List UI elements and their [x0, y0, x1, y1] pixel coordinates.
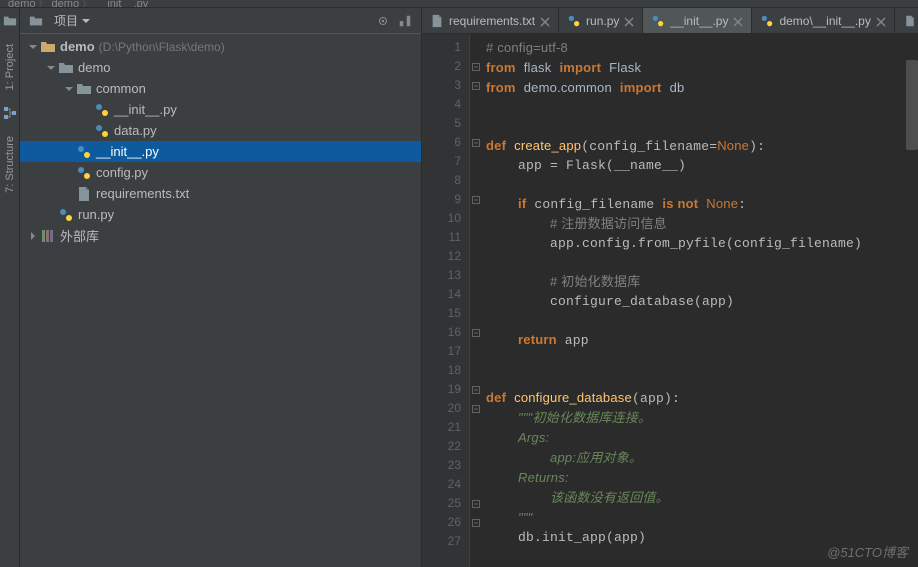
- tree-file[interactable]: requirements.txt: [20, 183, 421, 204]
- code-editor[interactable]: 1234567891011121314151617181920212223242…: [422, 34, 918, 567]
- tree-label: demo: [60, 39, 95, 54]
- tree-file[interactable]: run.py: [20, 204, 421, 225]
- tab-label: demo\__init__.py: [779, 14, 870, 28]
- tree-label: requirements.txt: [96, 186, 189, 201]
- python-file-icon: [94, 102, 110, 118]
- python-file-icon: [567, 14, 581, 28]
- fold-gutter[interactable]: [470, 34, 482, 567]
- tree-file[interactable]: config.py: [20, 162, 421, 183]
- tree-file[interactable]: data.py: [20, 120, 421, 141]
- chevron-right-icon: 〉: [81, 0, 93, 8]
- more-tabs-button[interactable]: [895, 8, 918, 33]
- close-icon[interactable]: [624, 16, 634, 26]
- python-file-icon: [76, 144, 92, 160]
- python-file-icon: [760, 14, 774, 28]
- editor-area: requirements.txt run.py __init__.py demo…: [422, 8, 918, 567]
- chevron-down-icon[interactable]: [62, 82, 76, 96]
- tree-label: config.py: [96, 165, 148, 180]
- structure-tool-button[interactable]: 7: Structure: [4, 132, 16, 197]
- settings-icon[interactable]: [375, 13, 391, 29]
- breadcrumb-item[interactable]: demo: [6, 0, 38, 8]
- tree-root[interactable]: demo (D:\Python\Flask\demo): [20, 36, 421, 57]
- folder-icon: [58, 60, 74, 76]
- tree-label: demo: [78, 60, 111, 75]
- project-tree[interactable]: demo (D:\Python\Flask\demo) demo common …: [20, 34, 421, 567]
- chevron-down-icon[interactable]: [44, 61, 58, 75]
- python-file-icon: [76, 165, 92, 181]
- project-tab-icon: [28, 13, 44, 29]
- scrollbar-thumb[interactable]: [906, 60, 918, 150]
- library-icon: [40, 228, 56, 244]
- python-file-icon: [94, 123, 110, 139]
- dropdown-icon[interactable]: [82, 17, 90, 25]
- line-number-gutter: 1234567891011121314151617181920212223242…: [422, 34, 470, 567]
- python-file-icon: [651, 14, 665, 28]
- tree-label: 外部库: [60, 226, 99, 245]
- ide-window: demo 〉 demo 〉 __init__.py 1: Project 7: …: [0, 0, 918, 567]
- hide-panel-icon[interactable]: [397, 13, 413, 29]
- tab-label: run.py: [586, 14, 619, 28]
- project-panel-header: 项目: [20, 8, 421, 34]
- editor-tab-active[interactable]: __init__.py: [643, 8, 752, 33]
- chevron-down-icon[interactable]: [26, 40, 40, 54]
- chevron-right-icon: 〉: [38, 0, 50, 8]
- project-tool-button[interactable]: 1: Project: [4, 40, 16, 94]
- tab-label: requirements.txt: [449, 14, 535, 28]
- text-file-icon: [903, 14, 917, 28]
- tree-file[interactable]: __init__.py: [20, 99, 421, 120]
- chevron-right-icon[interactable]: [26, 229, 40, 243]
- editor-tab[interactable]: run.py: [559, 8, 643, 33]
- tree-folder[interactable]: common: [20, 78, 421, 99]
- text-file-icon: [76, 186, 92, 202]
- vertical-scrollbar[interactable]: [906, 60, 918, 567]
- tab-label: __init__.py: [670, 14, 728, 28]
- text-file-icon: [430, 14, 444, 28]
- tree-external-libs[interactable]: 外部库: [20, 225, 421, 246]
- project-tool-icon[interactable]: [3, 14, 17, 28]
- tree-label: __init__.py: [96, 144, 159, 159]
- left-tool-strip: 1: Project 7: Structure: [0, 8, 20, 567]
- close-icon[interactable]: [540, 16, 550, 26]
- tree-label: __init__.py: [114, 102, 177, 117]
- code-content[interactable]: # config=utf-8 from flask import Flask f…: [482, 34, 918, 567]
- close-icon[interactable]: [733, 16, 743, 26]
- breadcrumb-item[interactable]: demo: [50, 0, 82, 8]
- tree-label: common: [96, 81, 146, 96]
- tree-file-selected[interactable]: __init__.py: [20, 141, 421, 162]
- python-file-icon: [58, 207, 74, 223]
- editor-tab-bar: requirements.txt run.py __init__.py demo…: [422, 8, 918, 34]
- project-panel: 项目 demo (D:\Python\Flask\demo) demo comm…: [20, 8, 422, 567]
- tree-label: data.py: [114, 123, 157, 138]
- editor-tab[interactable]: requirements.txt: [422, 8, 559, 33]
- panel-title: 项目: [54, 12, 78, 29]
- breadcrumb: demo 〉 demo 〉 __init__.py: [0, 0, 918, 8]
- folder-icon: [76, 81, 92, 97]
- close-icon[interactable]: [876, 16, 886, 26]
- folder-icon: [40, 39, 56, 55]
- structure-tool-icon[interactable]: [3, 106, 17, 120]
- breadcrumb-item[interactable]: __init__.py: [93, 0, 150, 8]
- tree-path-hint: (D:\Python\Flask\demo): [99, 40, 225, 54]
- tree-folder[interactable]: demo: [20, 57, 421, 78]
- tree-label: run.py: [78, 207, 114, 222]
- editor-tab[interactable]: demo\__init__.py: [752, 8, 894, 33]
